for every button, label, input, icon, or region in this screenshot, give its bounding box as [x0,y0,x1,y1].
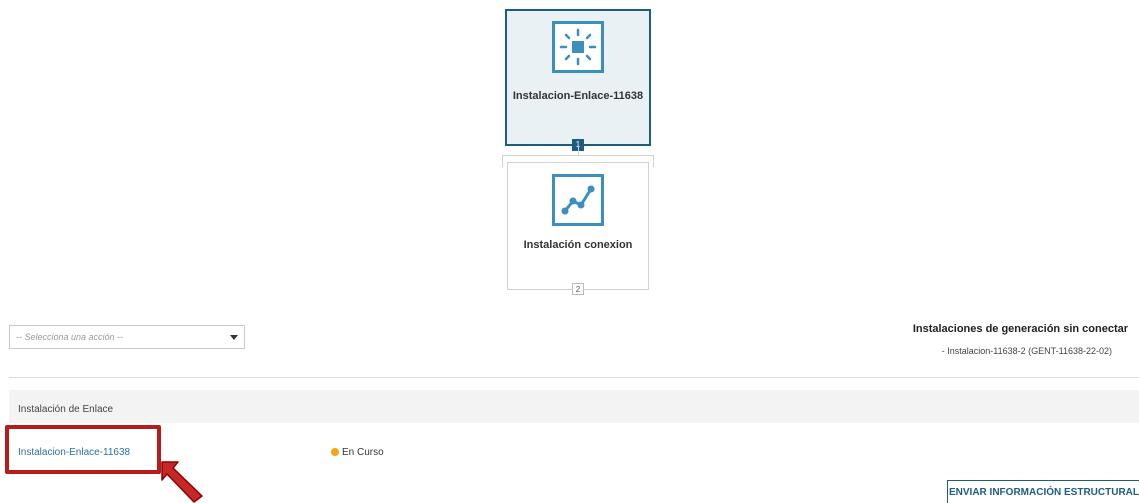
sun-square-icon [552,21,604,73]
section-title: Instalación de Enlace [18,404,114,415]
diagram-node-child[interactable]: Instalación conexion 2 [507,162,649,295]
main-node-label: Instalacion-Enlace-11638 [512,90,644,102]
status-badge: En Curso [331,447,384,458]
line-chart-icon [552,174,604,226]
pointer-arrow-icon [161,461,203,503]
section-header: Instalación de Enlace [9,390,1139,423]
send-structural-info-button[interactable]: ENVIAR INFORMACIÓN ESTRUCTURAL [947,480,1139,503]
child-node-number: 2 [572,283,584,295]
highlight-box [5,425,161,474]
action-select[interactable]: -- Selecciona una acción -- [9,325,245,349]
caret-down-icon [230,335,238,340]
diagram-node-main[interactable]: Instalacion-Enlace-11638 1 [505,9,651,151]
unconnected-title: Instalaciones de generación sin conectar [912,323,1128,335]
status-text: En Curso [342,447,384,458]
child-node-label: Instalación conexion [523,239,633,251]
action-select-placeholder: -- Selecciona una acción -- [16,332,124,342]
status-dot-icon [331,448,339,456]
divider [9,377,1139,378]
unconnected-item: - Instalacion-11638-2 (GENT-11638-22-02) [941,346,1112,356]
